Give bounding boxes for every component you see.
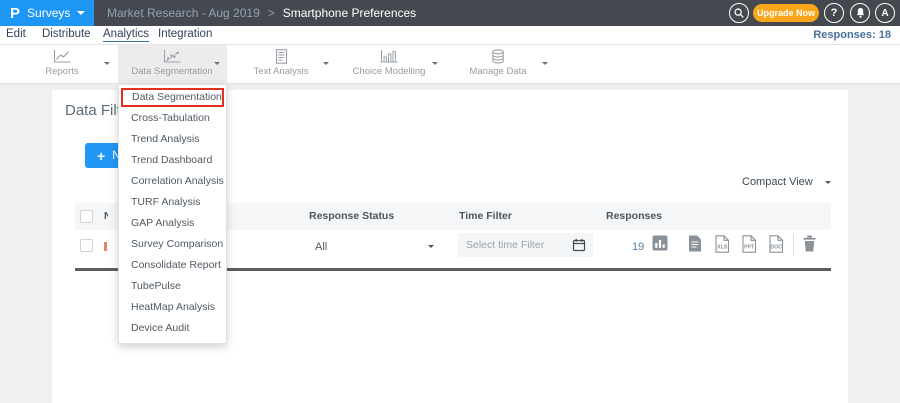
nav-item-edit[interactable]: Edit [6, 28, 26, 40]
choice-modelling-dropdown-caret[interactable] [432, 62, 438, 65]
menu-item-tubepulse[interactable]: TubePulse [119, 276, 226, 297]
response-status-select[interactable]: All [315, 241, 327, 253]
toolbar-label-data-segmentation: Data Segmentation [124, 66, 220, 77]
document-report-button[interactable] [688, 235, 702, 252]
menu-item-turf-analysis[interactable]: TURF Analysis [119, 192, 226, 213]
nav-item-integration[interactable]: Integration [158, 28, 212, 40]
responses-count-label: Responses: 18 [813, 29, 891, 41]
toolbar-item-data-segmentation[interactable]: Data Segmentation [124, 49, 220, 77]
menu-item-survey-comparison[interactable]: Survey Comparison [119, 234, 226, 255]
reports-dropdown-caret[interactable] [104, 62, 110, 65]
ppt-label: PPT [744, 245, 755, 251]
chevron-down-icon [825, 181, 831, 184]
menu-item-trend-analysis[interactable]: Trend Analysis [119, 129, 226, 150]
doc-label: DOC [770, 245, 782, 251]
breadcrumb: Market Research - Aug 2019 > Smartphone … [107, 0, 416, 26]
menu-item-data-segmentation[interactable]: Data Segmentation [121, 88, 224, 107]
doc-export-button[interactable]: DOC [768, 235, 784, 253]
toolbar-label-text-analysis: Text Analysis [233, 66, 329, 77]
breadcrumb-parent-link[interactable]: Market Research - Aug 2019 [107, 6, 260, 20]
toolbar-item-choice-modelling[interactable]: Choice Modelling [341, 49, 437, 77]
ppt-export-button[interactable]: PPT [741, 235, 757, 253]
toolbar-item-reports[interactable]: Reports [14, 49, 110, 77]
breadcrumb-separator: > [268, 6, 275, 20]
search-button[interactable] [729, 3, 749, 23]
survey-nav: Edit Distribute Analytics Integration Re… [0, 26, 900, 45]
calendar-icon[interactable] [572, 238, 586, 252]
user-avatar[interactable]: A [875, 3, 895, 23]
upgrade-now-button[interactable]: Upgrade Now [753, 4, 819, 22]
chart-report-button[interactable] [652, 235, 668, 251]
column-header-name: Name [104, 210, 108, 222]
menu-item-heatmap-analysis[interactable]: HeatMap Analysis [119, 297, 226, 318]
line-chart-icon [53, 49, 72, 64]
responses-count-link[interactable]: 19 [632, 241, 644, 253]
chevron-down-icon [428, 245, 434, 248]
data-segmentation-dropdown-caret[interactable] [214, 62, 220, 65]
menu-item-consolidate-report[interactable]: Consolidate Report [119, 255, 226, 276]
plus-icon: + [97, 148, 105, 164]
toolbar-label-manage-data: Manage Data [450, 66, 546, 77]
top-bar: P Surveys Market Research - Aug 2019 > S… [0, 0, 900, 26]
chevron-down-icon [77, 11, 85, 15]
toolbar-label-reports: Reports [14, 66, 110, 77]
product-name: Surveys [27, 6, 70, 20]
app-window: P Surveys Market Research - Aug 2019 > S… [0, 0, 900, 403]
text-analysis-dropdown-caret[interactable] [323, 62, 329, 65]
filter-name-link-clipped[interactable] [104, 242, 107, 251]
menu-item-cross-tabulation[interactable]: Cross-Tabulation [119, 108, 226, 129]
time-filter-field [458, 233, 593, 257]
breadcrumb-current: Smartphone Preferences [283, 6, 416, 20]
toolbar-label-choice-modelling: Choice Modelling [341, 66, 437, 77]
select-all-checkbox[interactable] [80, 210, 93, 223]
search-icon [733, 7, 745, 19]
document-lines-icon [274, 49, 289, 64]
bar-chart-icon [380, 49, 399, 64]
toolbar-item-manage-data[interactable]: Manage Data [450, 49, 546, 77]
data-segmentation-menu: Data Segmentation Cross-Tabulation Trend… [118, 84, 227, 344]
column-header-response-status: Response Status [309, 210, 394, 222]
compact-view-label: Compact View [742, 176, 813, 188]
analytics-toolbar: Reports Data Segmentation Tex [0, 45, 900, 84]
column-header-responses: Responses [606, 210, 662, 222]
menu-item-gap-analysis[interactable]: GAP Analysis [119, 213, 226, 234]
nav-item-analytics[interactable]: Analytics [103, 28, 149, 42]
surveys-product-switcher[interactable]: P Surveys [0, 0, 94, 26]
help-button[interactable]: ? [824, 3, 844, 23]
column-header-time-filter: Time Filter [459, 210, 512, 222]
xls-label: XLS [717, 245, 728, 251]
row-checkbox[interactable] [80, 239, 93, 252]
database-icon [490, 49, 506, 64]
toolbar-item-text-analysis[interactable]: Text Analysis [233, 49, 329, 77]
icon-divider [793, 234, 794, 256]
question-mark-icon: ? [831, 7, 838, 19]
questionpro-logo: P [10, 5, 20, 22]
avatar-initial: A [881, 8, 888, 19]
menu-item-trend-dashboard[interactable]: Trend Dashboard [119, 150, 226, 171]
scatter-plot-icon [163, 49, 182, 64]
compact-view-dropdown[interactable]: Compact View [742, 176, 831, 188]
menu-item-device-audit[interactable]: Device Audit [119, 318, 226, 339]
delete-button[interactable] [802, 235, 817, 252]
notifications-button[interactable] [850, 3, 870, 23]
menu-item-correlation-analysis[interactable]: Correlation Analysis [119, 171, 226, 192]
xls-export-button[interactable]: XLS [714, 235, 730, 253]
nav-item-distribute[interactable]: Distribute [42, 28, 91, 40]
bell-icon [855, 7, 866, 19]
manage-data-dropdown-caret[interactable] [542, 62, 548, 65]
